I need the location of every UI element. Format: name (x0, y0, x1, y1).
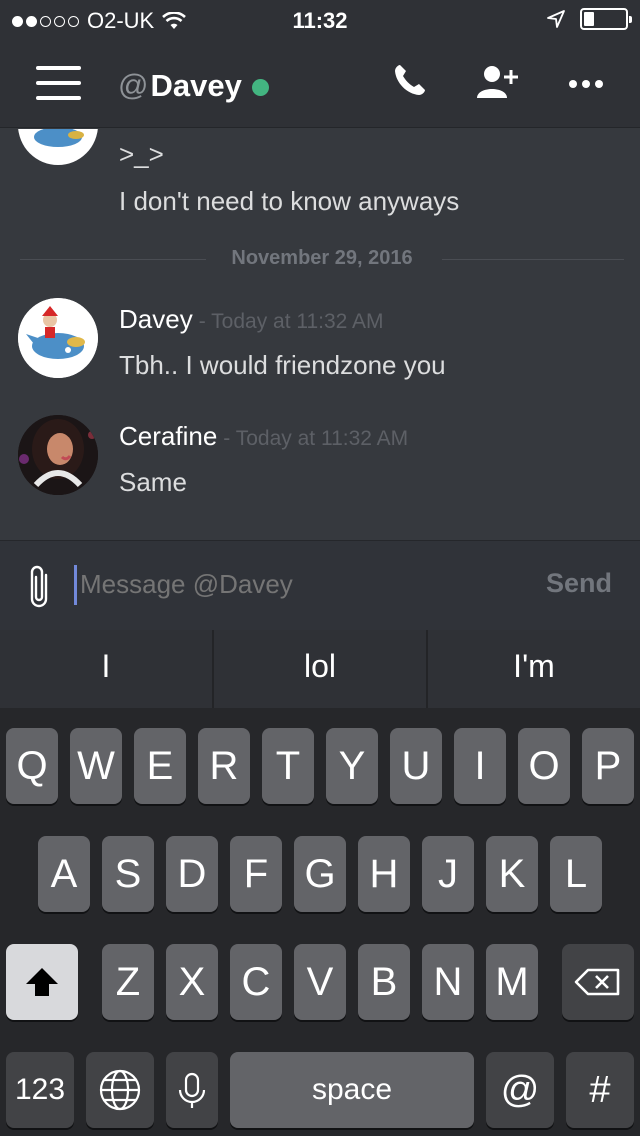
message-input[interactable] (80, 569, 500, 600)
at-prefix: @ (118, 69, 149, 102)
letter-key[interactable]: S (102, 836, 154, 912)
letter-key[interactable]: R (198, 728, 250, 804)
location-arrow-icon (547, 10, 565, 28)
date-label: November 29, 2016 (231, 247, 413, 269)
clock: 11:32 (292, 8, 348, 33)
message-author: Davey - Today at 11:32 AM (119, 304, 384, 335)
space-key[interactable]: space (230, 1052, 474, 1128)
status-bar: O2-UK 11:32 (0, 0, 640, 40)
letter-key[interactable]: L (550, 836, 602, 912)
shift-key[interactable] (6, 944, 78, 1020)
letter-key[interactable]: X (166, 944, 218, 1020)
shift-arrow-icon (26, 968, 58, 996)
letter-key[interactable]: U (390, 728, 442, 804)
avatar-davey-partial[interactable] (18, 129, 98, 165)
letter-key[interactable]: F (230, 836, 282, 912)
letter-key[interactable]: D (166, 836, 218, 912)
avatar-cerafine[interactable] (18, 415, 98, 495)
chat-header: @ Davey (0, 40, 640, 128)
suggestion-item[interactable]: I'm (428, 630, 640, 708)
letter-key[interactable]: I (454, 728, 506, 804)
numbers-key[interactable]: 123 (6, 1052, 74, 1128)
phone-icon[interactable] (392, 62, 428, 98)
message-text: Same (119, 467, 187, 497)
message-timestamp: - Today at 11:32 AM (223, 427, 409, 450)
suggestion-item[interactable]: I (0, 630, 212, 708)
letter-key[interactable]: H (358, 836, 410, 912)
letter-key[interactable]: M (486, 944, 538, 1020)
channel-name: Davey (150, 68, 242, 103)
keyboard: 123 space @ # QWERTYUIOP ASDFGHJKL ZXCVBNM (0, 708, 640, 1136)
online-status-dot (251, 78, 269, 96)
menu-icon[interactable] (36, 66, 81, 102)
letter-key[interactable]: E (134, 728, 186, 804)
quicktype-bar: I lol I'm (0, 630, 640, 708)
message-composer: Send (0, 540, 640, 630)
message-list[interactable]: >_> I don't need to know anyways Novembe… (0, 129, 640, 540)
channel-title: @ Davey (118, 68, 269, 104)
add-friend-icon[interactable] (476, 64, 520, 100)
author-name[interactable]: Cerafine (119, 421, 217, 451)
date-divider: November 29, 2016 (20, 245, 624, 275)
letter-key[interactable]: Y (326, 728, 378, 804)
suggestion-item[interactable]: lol (214, 630, 426, 708)
letter-key[interactable]: Q (6, 728, 58, 804)
letter-key[interactable]: K (486, 836, 538, 912)
letter-key[interactable]: T (262, 728, 314, 804)
battery-icon (580, 8, 632, 30)
letter-key[interactable]: G (294, 836, 346, 912)
at-key[interactable]: @ (486, 1052, 554, 1128)
letter-key[interactable]: J (422, 836, 474, 912)
letter-key[interactable]: N (422, 944, 474, 1020)
globe-key[interactable] (86, 1052, 154, 1128)
message-text: >_> (119, 139, 164, 169)
delete-key[interactable] (562, 944, 634, 1020)
message-timestamp: - Today at 11:32 AM (198, 310, 384, 333)
letter-key[interactable]: C (230, 944, 282, 1020)
letter-key[interactable]: A (38, 836, 90, 912)
microphone-icon (178, 1072, 206, 1108)
avatar-davey[interactable] (18, 298, 98, 378)
letter-key[interactable]: W (70, 728, 122, 804)
message-text: Tbh.. I would friendzone you (119, 350, 446, 380)
text-cursor (74, 565, 77, 605)
message-author: Cerafine - Today at 11:32 AM (119, 421, 408, 452)
letter-key[interactable]: V (294, 944, 346, 1020)
send-button[interactable]: Send (546, 568, 612, 599)
globe-icon (99, 1069, 141, 1111)
hash-key[interactable]: # (566, 1052, 634, 1128)
letter-key[interactable]: P (582, 728, 634, 804)
attachment-icon[interactable] (26, 563, 52, 611)
letter-key[interactable]: B (358, 944, 410, 1020)
letter-key[interactable]: O (518, 728, 570, 804)
dictation-key[interactable] (166, 1052, 218, 1128)
top-bar: O2-UK 11:32 @ Davey (0, 0, 640, 128)
backspace-icon (574, 968, 620, 996)
message-text: I don't need to know anyways (119, 186, 460, 216)
more-options-icon[interactable] (569, 80, 603, 88)
author-name[interactable]: Davey (119, 304, 193, 334)
letter-key[interactable]: Z (102, 944, 154, 1020)
